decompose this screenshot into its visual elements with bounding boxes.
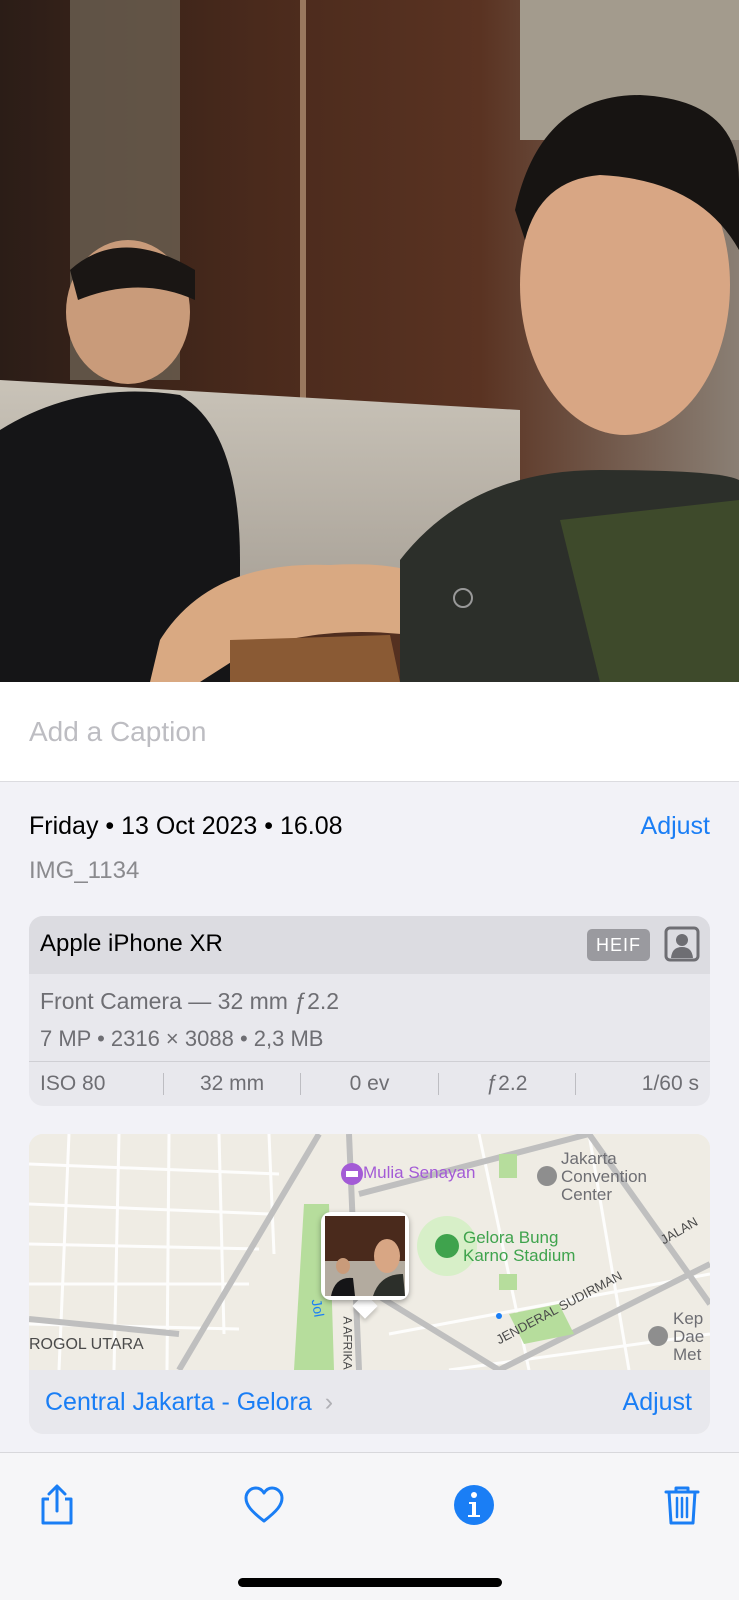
date-time: Friday • 13 Oct 2023 • 16.08	[29, 812, 343, 840]
photo-image	[0, 0, 739, 682]
filename: IMG_1134	[29, 857, 140, 884]
camera-card-header: Apple iPhone XR HEIF	[29, 916, 710, 974]
favorite-button[interactable]	[234, 1475, 294, 1535]
map-label-kep: Dae	[673, 1327, 705, 1346]
map-label-kep: Met	[673, 1345, 702, 1364]
image-specs: 7 MP • 2316 × 3088 • 2,3 MB	[40, 1026, 324, 1051]
map-label-afrika: A AFRIKA	[340, 1316, 355, 1370]
caption-input[interactable]	[29, 712, 709, 752]
photo-location-pin[interactable]	[321, 1212, 409, 1300]
adjust-date-button[interactable]: Adjust	[641, 812, 710, 841]
map-label-gbk: Gelora Bung	[463, 1228, 559, 1247]
exif-shutter: 1/60 s	[641, 1072, 699, 1095]
adjust-location-button[interactable]: Adjust	[623, 1388, 692, 1417]
exif-ev: 0 ev	[349, 1072, 390, 1095]
map-label-jcc: Convention	[561, 1167, 648, 1186]
device-name: Apple iPhone XR	[40, 930, 223, 957]
map-label-jol: Jol	[308, 1297, 328, 1319]
photo-thumbnail	[325, 1216, 405, 1296]
location-name: Central Jakarta - Gelora	[45, 1388, 312, 1416]
share-button[interactable]	[27, 1475, 87, 1535]
exif-row: ISO 80 32 mm 0 ev ƒ2.2 1/60 s	[29, 1061, 710, 1106]
map-label-kep: Kep	[673, 1309, 704, 1328]
exif-focal: 32 mm	[199, 1072, 265, 1095]
exif-iso: ISO 80	[40, 1072, 106, 1095]
chevron-right-icon: ›	[324, 1388, 334, 1416]
map-card[interactable]: Mulia Senayan Jakarta Convention Center …	[29, 1134, 710, 1434]
location-name-link[interactable]: Central Jakarta - Gelora ›	[45, 1388, 333, 1417]
map-label-mulia: Mulia Senayan	[363, 1163, 476, 1182]
map-label-jcc: Jakarta	[561, 1149, 617, 1168]
heart-icon	[244, 1486, 284, 1523]
home-indicator	[238, 1578, 502, 1587]
share-icon	[41, 1484, 73, 1525]
caption-section	[0, 682, 739, 782]
map-label-jcc: Center	[561, 1185, 613, 1204]
info-icon	[454, 1485, 494, 1525]
info-panel: Friday • 13 Oct 2023 • 16.08 Adjust IMG_…	[0, 782, 739, 1452]
camera-info-card: Apple iPhone XR HEIF Front Camera — 32 m…	[29, 916, 710, 1106]
info-button[interactable]	[444, 1475, 504, 1535]
bottom-toolbar	[0, 1452, 739, 1600]
lens-info: Front Camera — 32 mm ƒ2.2	[40, 988, 340, 1014]
format-badge: HEIF	[586, 929, 650, 961]
map-label-gbk: Karno Stadium	[463, 1246, 576, 1265]
portrait-mode-icon	[664, 926, 700, 962]
exif-aperture: ƒ2.2	[486, 1072, 528, 1095]
trash-icon	[664, 1486, 700, 1525]
location-bar: Central Jakarta - Gelora › Adjust	[29, 1370, 710, 1434]
map-label-rogol: ROGOL UTARA	[29, 1336, 144, 1353]
photo-view[interactable]	[0, 0, 739, 682]
delete-button[interactable]	[652, 1475, 712, 1535]
